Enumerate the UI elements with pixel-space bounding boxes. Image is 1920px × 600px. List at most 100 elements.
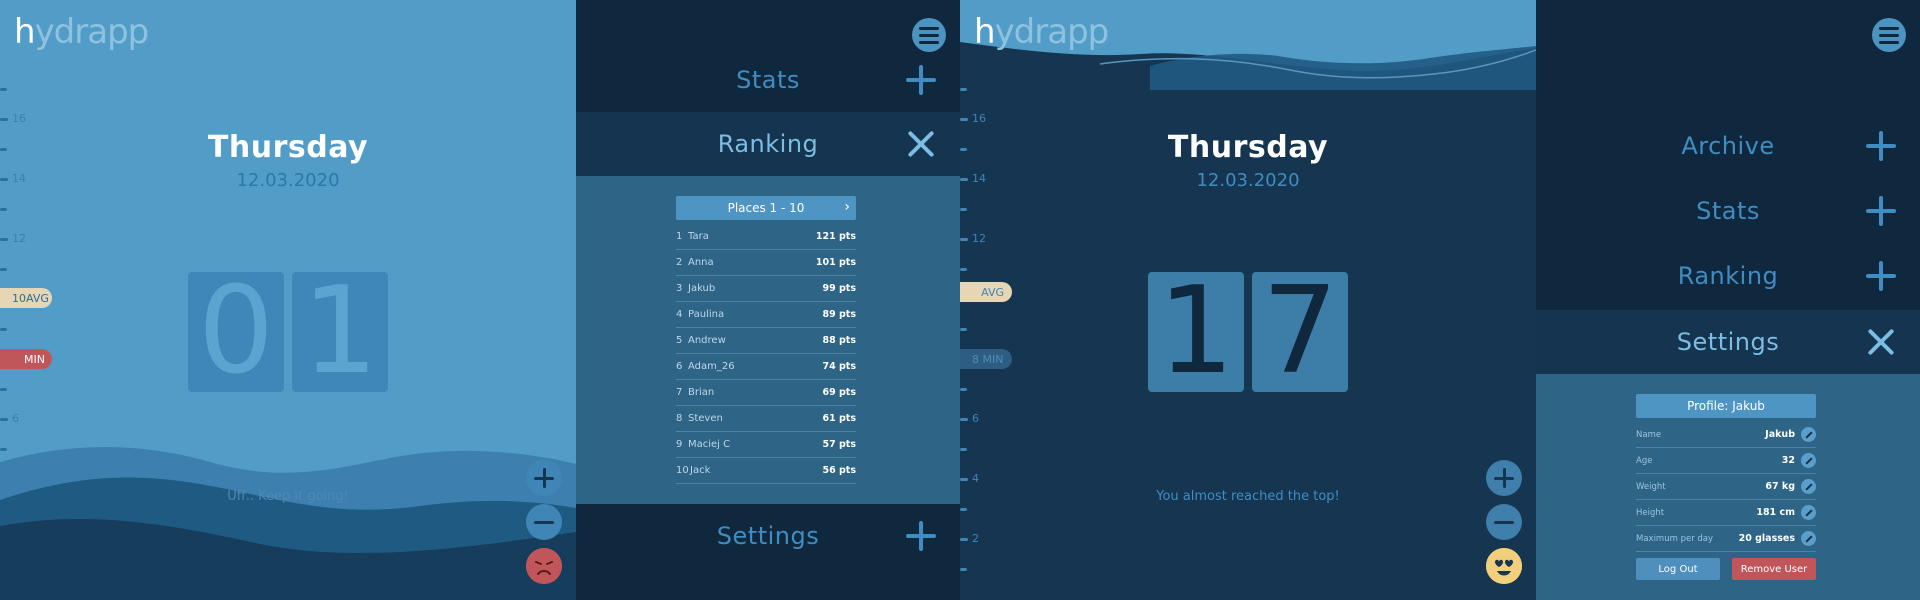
ranking-row: 6 Adam_26 74 pts	[676, 354, 856, 380]
plus-icon	[1866, 196, 1896, 226]
app-logo: hydrapp	[974, 12, 1109, 52]
scale-tick	[0, 268, 7, 271]
menu-item-label: Ranking	[717, 130, 819, 158]
minimum-marker: 8 MIN	[960, 349, 1012, 369]
scale-label: 6	[12, 412, 19, 425]
scale-tick	[960, 568, 967, 571]
chevron-right-icon: ›	[844, 199, 850, 215]
close-icon[interactable]	[906, 129, 936, 159]
close-icon[interactable]	[1866, 327, 1896, 357]
plus-icon	[1866, 131, 1896, 161]
minus-icon	[534, 520, 554, 524]
profile-field: Age 32	[1636, 448, 1816, 474]
scale-label: 12	[12, 232, 26, 245]
counter-digit: 1	[1148, 272, 1244, 392]
settings-sheet: Profile: Jakub Name Jakub Age 32 Weight 67 …	[1536, 374, 1920, 600]
app-stage: hydrapp 16 14 12 6 4 2 10AVG MIN	[0, 0, 1920, 600]
pencil-icon[interactable]	[1801, 505, 1816, 520]
plus-icon	[1494, 468, 1514, 488]
weekday-title: Thursday	[207, 130, 369, 165]
menu-item-label: Stats	[1696, 197, 1760, 225]
ranking-row: 5 Andrew 88 pts	[676, 328, 856, 354]
pencil-icon[interactable]	[1801, 531, 1816, 546]
ranking-row: 4 Paulina 89 pts	[676, 302, 856, 328]
hamburger-menu-button[interactable]	[1872, 18, 1906, 52]
scale-tick	[0, 328, 7, 331]
average-marker: 10AVG	[0, 288, 52, 308]
scale-tick	[960, 538, 968, 541]
scale-label: 12	[972, 232, 986, 245]
profile-field: Maximum per day 20 glasses	[1636, 526, 1816, 552]
profile-field: Height 181 cm	[1636, 500, 1816, 526]
glass-counter: 1 7	[1148, 272, 1348, 392]
log-out-button[interactable]: Log Out	[1636, 558, 1720, 580]
menu-item-label: Stats	[736, 66, 800, 94]
motivation-message: Uff.. Keep it going!	[227, 489, 349, 504]
counter-digit: 0	[188, 272, 284, 392]
menu-item-settings[interactable]: Settings	[576, 508, 960, 564]
angry-face-icon	[526, 548, 562, 584]
scale-label: 6	[972, 412, 979, 425]
ranking-sheet: Places 1 - 10 › 1 Tara 121 pts 2 Anna 101 pts…	[576, 176, 960, 504]
scale-label: 16	[972, 112, 986, 125]
menu-item-settings[interactable]: Settings	[1536, 310, 1920, 374]
scale-tick	[960, 388, 967, 391]
ranking-row: 1 Tara 121 pts	[676, 224, 856, 250]
scale-tick	[960, 118, 968, 121]
menu-item-ranking[interactable]: Ranking	[1536, 248, 1920, 304]
scale-tick	[960, 238, 968, 241]
ranking-page-button[interactable]: Places 1 - 10 ›	[676, 196, 856, 220]
date-label: 12.03.2020	[236, 170, 340, 191]
day-screen-dark: hydrapp 16 14 12 10 6 4 2 AVG 8 MI	[960, 0, 1536, 600]
scale-tick	[0, 118, 8, 121]
scale-tick	[960, 508, 967, 511]
menu-item-label: Settings	[716, 522, 820, 550]
remove-glass-button[interactable]	[526, 504, 562, 540]
average-marker: AVG	[960, 282, 1012, 302]
menu-item-ranking[interactable]: Ranking	[576, 112, 960, 176]
menu-settings-screen: Archive Stats Ranking Settings Profile: …	[1536, 0, 1920, 600]
scale-label: 16	[12, 112, 26, 125]
plus-icon	[534, 468, 554, 488]
hamburger-menu-button[interactable]	[912, 18, 946, 52]
menu-item-stats[interactable]: Stats	[576, 52, 960, 108]
heart-eyes-face-icon	[1486, 548, 1522, 584]
scale-label: 4	[972, 472, 979, 485]
scale-tick	[960, 478, 968, 481]
menu-item-stats[interactable]: Stats	[1536, 183, 1920, 239]
pencil-icon[interactable]	[1801, 479, 1816, 494]
menu-item-label: Settings	[1676, 328, 1780, 356]
menu-item-archive[interactable]: Archive	[1536, 118, 1920, 174]
counter-digit: 7	[1252, 272, 1348, 392]
scale-tick	[0, 238, 8, 241]
app-logo: hydrapp	[14, 12, 149, 52]
scale-tick	[960, 418, 968, 421]
minus-icon	[1494, 520, 1514, 524]
plus-icon	[906, 65, 936, 95]
remove-user-button[interactable]: Remove User	[1732, 558, 1816, 580]
profile-header: Profile: Jakub	[1636, 394, 1816, 418]
glass-counter: 0 1	[188, 272, 388, 392]
profile-field: Name Jakub	[1636, 422, 1816, 448]
pencil-icon[interactable]	[1801, 453, 1816, 468]
menu-ranking-screen: Stats Ranking Places 1 - 10 › 1 Tara 121 pt…	[576, 0, 960, 600]
motivation-message: You almost reached the top!	[1156, 489, 1340, 504]
remove-glass-button[interactable]	[1486, 504, 1522, 540]
scale-tick	[960, 208, 967, 211]
scale-tick	[0, 418, 8, 421]
pencil-icon[interactable]	[1801, 427, 1816, 442]
mood-indicator	[1486, 548, 1522, 584]
add-glass-button[interactable]	[1486, 460, 1522, 496]
ranking-row: 7 Brian 69 pts	[676, 380, 856, 406]
day-screen-light: hydrapp 16 14 12 6 4 2 10AVG MIN	[0, 0, 576, 600]
scale-label: 2	[972, 532, 979, 545]
plus-icon	[906, 521, 936, 551]
scale-tick	[960, 328, 967, 331]
menu-item-label: Archive	[1681, 132, 1775, 160]
counter-digit: 1	[292, 272, 388, 392]
profile-field: Weight 67 kg	[1636, 474, 1816, 500]
mood-indicator	[526, 548, 562, 584]
add-glass-button[interactable]	[526, 460, 562, 496]
plus-icon	[1866, 261, 1896, 291]
scale-tick	[0, 88, 7, 91]
